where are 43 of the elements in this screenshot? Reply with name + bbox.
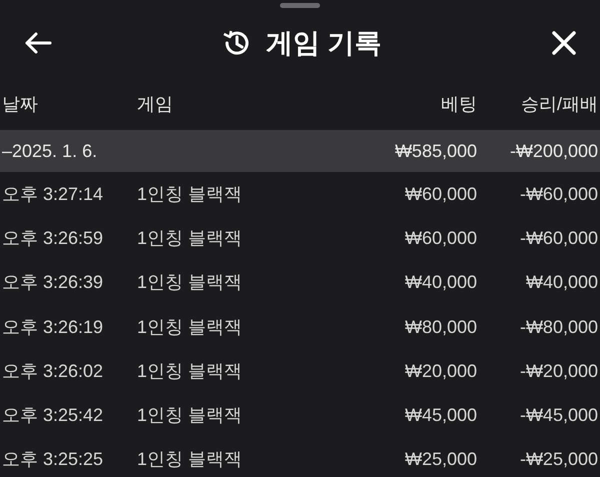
total-bet: ₩585,000 [394, 140, 477, 160]
close-icon [552, 31, 576, 55]
result-amount: -₩20,000 [520, 360, 598, 381]
time-text: 오후 3:27:14 [2, 184, 104, 204]
bet-amount: ₩80,000 [404, 316, 477, 337]
game-name: 1인칭 블랙잭 [137, 405, 242, 426]
bet-amount: ₩40,000 [404, 272, 477, 292]
bet-amount: ₩20,000 [404, 360, 477, 381]
column-header: 승리/패배 [520, 94, 598, 114]
close-button[interactable] [552, 31, 576, 55]
result-amount: -₩80,000 [520, 316, 598, 337]
column-header: 베팅 [441, 94, 477, 114]
time-text: 오후 3:26:02 [2, 360, 104, 381]
result-amount: ₩40,000 [526, 272, 598, 292]
bet-amount: ₩60,000 [404, 228, 477, 248]
time-text: 오후 3:25:42 [2, 405, 104, 426]
date-group-label: –2025. 1. 6. [2, 140, 98, 160]
back-arrow-icon [24, 31, 52, 55]
result-amount: -₩25,000 [520, 449, 598, 470]
bet-amount: ₩25,000 [404, 449, 477, 470]
date-group-row[interactable]: –2025. 1. 6. ₩585,000 -₩200,000 [0, 130, 600, 172]
game-name: 1인칭 블랙잭 [137, 228, 242, 248]
time-text: 오후 3:26:19 [2, 316, 104, 337]
time-text: 오후 3:26:39 [2, 272, 104, 292]
time-text: 오후 3:25:25 [2, 449, 104, 470]
bet-amount: ₩60,000 [404, 184, 477, 204]
time-text: 오후 3:26:59 [2, 228, 104, 248]
game-name: 1인칭 블랙잭 [137, 449, 242, 470]
column-header: 날짜 [2, 94, 38, 114]
drag-handle[interactable] [280, 3, 320, 8]
result-amount: -₩45,000 [520, 405, 598, 426]
result-amount: -₩60,000 [520, 228, 598, 248]
bet-amount: ₩45,000 [404, 405, 477, 426]
total-result: -₩200,000 [510, 140, 598, 160]
result-amount: -₩60,000 [520, 184, 598, 204]
back-button[interactable] [24, 31, 52, 55]
game-name: 1인칭 블랙잭 [137, 184, 242, 204]
window-title: 게임 기록 [266, 26, 382, 60]
column-header: 게임 [137, 94, 173, 114]
game-name: 1인칭 블랙잭 [137, 272, 242, 292]
game-name: 1인칭 블랙잭 [137, 360, 242, 381]
history-icon [222, 29, 250, 57]
game-name: 1인칭 블랙잭 [137, 316, 242, 337]
